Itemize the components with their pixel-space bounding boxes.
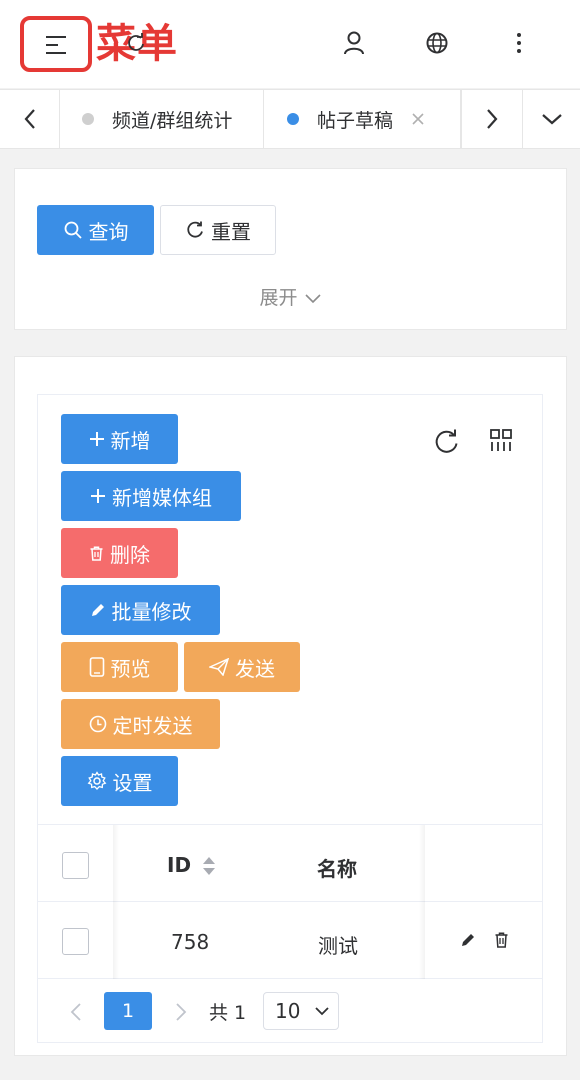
page-size-select[interactable]: 10 [263,992,339,1030]
batch-edit-button-label: 批量修改 [111,599,192,624]
current-page-button[interactable]: 1 [104,992,152,1030]
mobile-phone-icon [89,657,104,677]
refresh-icon[interactable] [126,33,146,53]
tab-menu-dropdown-button[interactable] [523,90,580,148]
tab-status-dot [82,113,94,125]
gear-icon [87,771,106,790]
send-button-label: 发送 [235,656,275,681]
scheduled-send-button[interactable]: 定时发送 [61,699,220,749]
page-size-value: 10 [275,999,301,1023]
add-media-group-button-label: 新增媒体组 [112,485,212,510]
query-button-label: 查询 [88,219,129,244]
column-header-name: 名称 [317,857,357,881]
column-settings-icon[interactable] [489,428,514,453]
edit-pen-icon [91,604,104,616]
tab-scroll-right-button[interactable] [461,90,523,148]
prev-page-icon[interactable] [69,1002,83,1022]
sort-icon[interactable] [201,855,217,877]
tabs-bar: 频道/群组统计 帖子草稿 [0,89,580,149]
add-button-label: 新增 [110,428,151,453]
chevron-right-icon [487,109,498,129]
chevron-down-icon [315,1007,329,1016]
clock-icon [89,715,106,733]
edit-pen-icon[interactable] [460,932,476,948]
tab-label: 帖子草稿 [317,109,394,132]
row-name-cell: 测试 [318,934,358,958]
add-button[interactable]: 新增 [61,414,178,464]
app-header: 菜单 [0,0,580,88]
chevron-down-icon [304,293,321,303]
column-header-id[interactable]: ID [167,853,191,877]
send-button[interactable]: 发送 [184,642,300,692]
pagination-total: 共 1 [209,1002,247,1024]
trash-icon [90,545,103,561]
reset-button-label: 重置 [211,219,251,244]
settings-button[interactable]: 设置 [61,756,178,806]
row-checkbox[interactable] [62,928,89,955]
query-button[interactable]: 查询 [37,205,154,255]
delete-button-label: 删除 [110,542,150,567]
expand-toggle-inner: 展开 [14,283,567,310]
tab-label: 频道/群组统计 [112,109,233,132]
user-icon[interactable] [340,29,368,57]
close-icon[interactable] [411,112,425,126]
add-media-group-button[interactable]: 新增媒体组 [61,471,241,521]
reset-button[interactable]: 重置 [160,205,276,255]
tab-active-dot [287,113,299,125]
delete-button[interactable]: 删除 [61,528,178,578]
fixed-column-shadow [113,825,119,979]
language-globe-icon[interactable] [423,29,451,57]
chevron-left-icon [24,109,35,129]
paper-plane-icon [209,658,229,676]
preview-button-label: 预览 [110,656,151,681]
column-header-id-label: ID [167,853,192,877]
data-table: ID 名称 758 测试 [37,824,543,979]
plus-icon [91,489,105,503]
tab-scroll-left-button[interactable] [0,90,60,148]
plus-icon [89,432,104,446]
menu-fold-icon [46,36,66,54]
tab-channel-group-stats[interactable]: 频道/群组统计 [60,90,264,148]
tab-post-drafts[interactable]: 帖子草稿 [264,90,461,148]
row-id-cell: 758 [171,930,210,954]
more-vertical-icon[interactable] [505,29,533,57]
chevron-down-icon [541,114,562,125]
batch-edit-button[interactable]: 批量修改 [61,585,220,635]
refresh-icon[interactable] [433,428,460,455]
trash-icon[interactable] [494,932,509,948]
preview-button[interactable]: 预览 [61,642,178,692]
search-icon [64,221,82,239]
fixed-column-shadow [419,825,425,979]
expand-label: 展开 [259,287,298,309]
settings-button-label: 设置 [112,770,153,795]
scheduled-send-button-label: 定时发送 [112,713,193,738]
menu-toggle-button[interactable] [20,16,92,72]
next-page-icon[interactable] [174,1002,188,1022]
refresh-icon [187,221,203,238]
select-all-checkbox[interactable] [62,852,89,879]
